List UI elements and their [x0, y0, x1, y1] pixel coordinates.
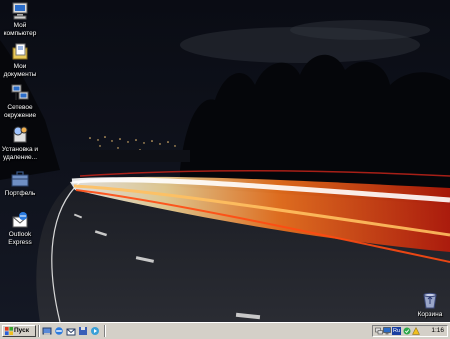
- antivirus-icon[interactable]: [403, 327, 411, 335]
- tray-app-icon[interactable]: [412, 327, 420, 335]
- installer-icon: [13, 126, 28, 143]
- recycle-bin-shortcut[interactable]: Корзина: [410, 291, 450, 319]
- wallpaper-night-road: [0, 0, 450, 322]
- icon-label: Установка и удаление...: [1, 146, 39, 161]
- my-computer-shortcut[interactable]: Мой компьютер: [0, 2, 40, 37]
- icon-label: Мои документы: [3, 63, 37, 78]
- network-icon: [11, 84, 29, 100]
- taskbar-separator: [38, 325, 40, 337]
- briefcase-icon: [11, 171, 29, 187]
- computer-icon: [12, 2, 28, 20]
- icon-label: Сетевое окружение: [3, 104, 37, 119]
- outlook-icon[interactable]: [66, 326, 76, 336]
- outlook-express-icon: [12, 212, 28, 228]
- desktop[interactable]: Мой компьютер Мои документы Сетевое окру…: [0, 0, 450, 322]
- start-button[interactable]: Пуск: [2, 325, 36, 337]
- network-status-icon[interactable]: [375, 327, 383, 335]
- system-tray: Ru 1:16: [372, 325, 448, 337]
- network-places-shortcut[interactable]: Сетевое окружение: [0, 84, 40, 119]
- outlook-express-shortcut[interactable]: Outlook Express: [0, 211, 40, 246]
- save-icon[interactable]: [78, 326, 88, 336]
- icon-label: Портфель: [4, 190, 36, 197]
- icon-label: Outlook Express: [8, 231, 32, 246]
- monitor-icon[interactable]: [383, 327, 391, 335]
- clock[interactable]: 1:16: [431, 326, 444, 336]
- briefcase-shortcut[interactable]: Портфель: [0, 170, 40, 198]
- internet-explorer-icon[interactable]: [54, 326, 64, 336]
- my-documents-shortcut[interactable]: Мои документы: [0, 43, 40, 78]
- taskbar-separator: [104, 325, 106, 337]
- recycle-bin-icon: [423, 292, 437, 309]
- icon-label: Мой компьютер: [3, 22, 37, 37]
- start-label: Пуск: [14, 327, 29, 334]
- taskbar: Пуск Ru 1:16: [0, 322, 450, 339]
- show-desktop-icon[interactable]: [42, 326, 52, 336]
- language-indicator[interactable]: Ru: [392, 327, 401, 335]
- icon-label: Корзина: [417, 311, 443, 318]
- documents-folder-icon: [12, 43, 28, 60]
- media-icon[interactable]: [90, 326, 100, 336]
- add-remove-programs-shortcut[interactable]: Установка и удаление...: [0, 126, 40, 161]
- windows-logo-icon: [5, 327, 13, 335]
